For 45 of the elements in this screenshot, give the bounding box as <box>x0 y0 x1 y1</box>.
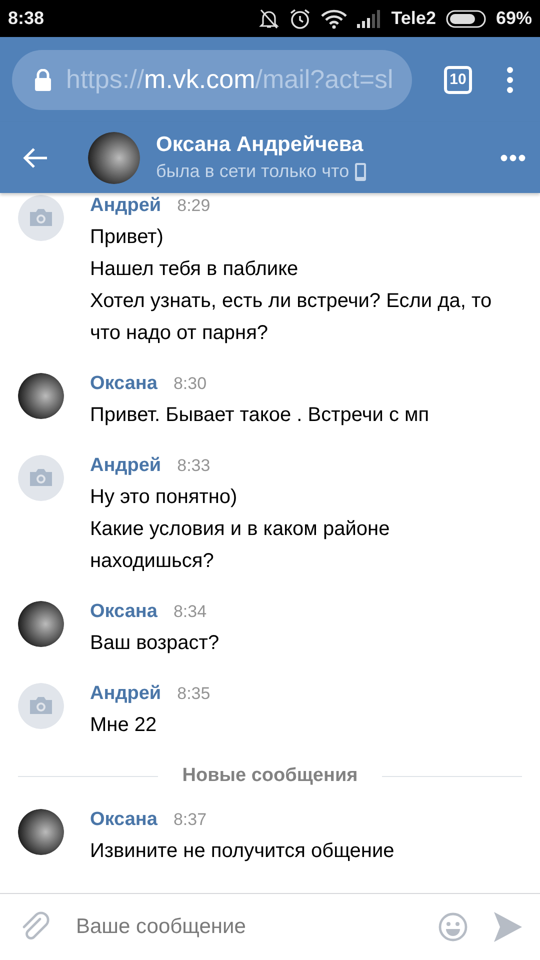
menu-icon[interactable] <box>506 66 514 94</box>
carrier-name: Tele2 <box>391 8 436 29</box>
alarm-clock-icon <box>289 8 312 30</box>
message-text: Привет) <box>90 225 164 250</box>
avatar[interactable] <box>18 809 64 855</box>
author-name[interactable]: Андрей <box>90 455 162 477</box>
message-text: Привет. Бывает такое . Встречи с мп <box>90 403 430 428</box>
muted-bell-icon <box>259 8 280 30</box>
avatar[interactable] <box>18 373 64 419</box>
signal-icon <box>357 10 382 28</box>
message-text: Ваш возраст? <box>90 631 220 656</box>
contact-name: Оксана Андрейчева <box>156 133 364 157</box>
message-time: 8:35 <box>177 684 210 704</box>
avatar[interactable] <box>88 132 140 184</box>
message-time: 8:29 <box>177 196 210 216</box>
more-icon[interactable] <box>500 154 526 162</box>
author-name[interactable]: Оксана <box>90 809 158 831</box>
tab-count-button[interactable]: 10 <box>444 66 472 94</box>
message-time: 8:34 <box>173 602 207 622</box>
author-name[interactable]: Оксана <box>90 601 158 623</box>
message-time: 8:37 <box>173 810 207 830</box>
message-input[interactable]: Ваше сообщение <box>76 915 412 939</box>
battery-percent: 69% <box>496 8 532 29</box>
lock-icon <box>34 68 52 90</box>
message-text: Какие условия и в каком районе находишься? <box>90 517 391 574</box>
wifi-icon <box>321 8 348 28</box>
author-name[interactable]: Оксана <box>90 373 158 395</box>
message-text: Ну это понятно) <box>90 485 238 510</box>
author-name[interactable]: Андрей <box>90 195 162 217</box>
url-text[interactable]: https://m.vk.com/mail?act=sl <box>66 64 394 95</box>
message-text: Хотел узнать, есть ли встречи? Если да, то что надо от парня? <box>90 289 493 346</box>
address-bar[interactable]: https://m.vk.com/mail?act=sl <box>12 50 412 110</box>
clock-time: 8:38 <box>8 8 44 29</box>
author-name[interactable]: Андрей <box>90 683 162 705</box>
message-text: Мне 22 <box>90 713 158 738</box>
message-time: 8:33 <box>177 456 210 476</box>
back-arrow-icon[interactable] <box>22 146 48 168</box>
avatar[interactable] <box>18 601 64 647</box>
message-text: Нашел тебя в паблике <box>90 257 300 282</box>
new-messages-divider: Новые сообщения <box>182 765 358 787</box>
online-status: была в сети только что <box>156 161 350 182</box>
battery-icon <box>446 10 486 28</box>
message-text: Извините не получится общение <box>90 839 394 864</box>
phone-icon <box>355 162 366 180</box>
message-time: 8:30 <box>173 374 207 394</box>
